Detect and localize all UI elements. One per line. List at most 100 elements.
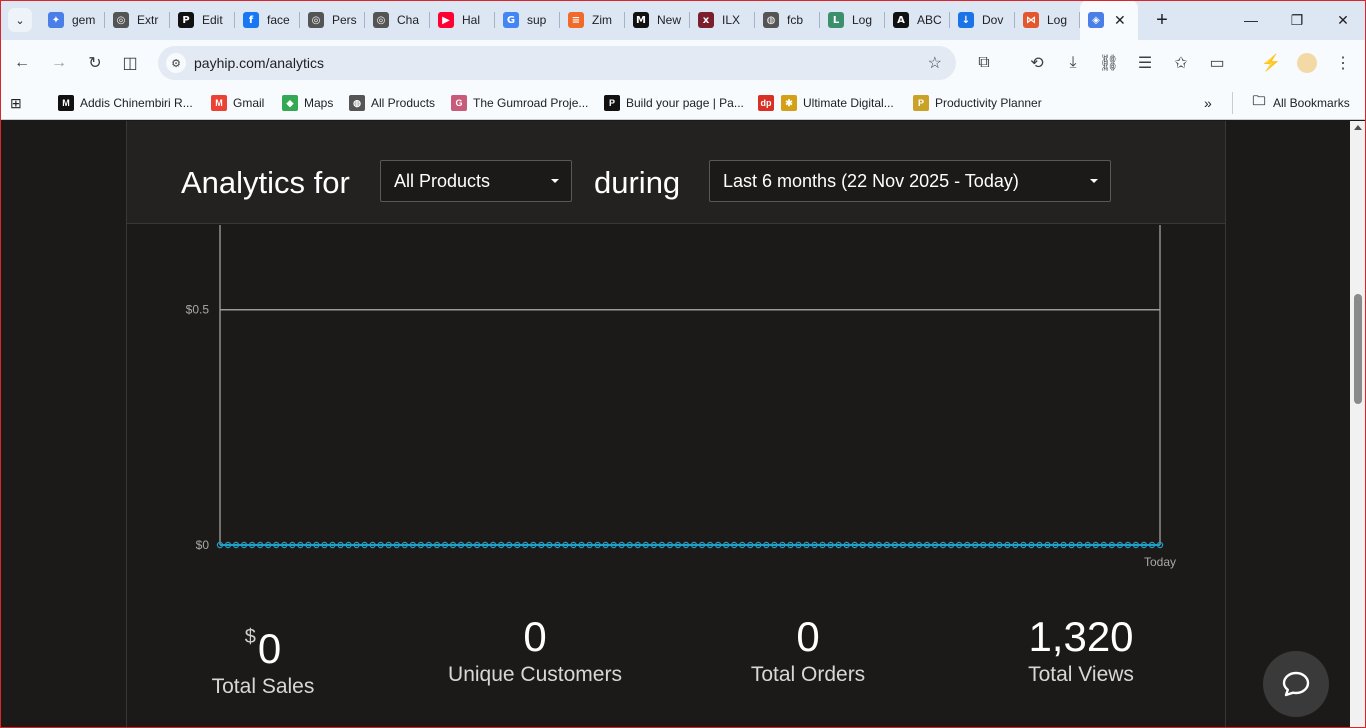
planner-icon: P — [913, 95, 929, 111]
facebook-icon: f — [243, 12, 259, 28]
browser-tab[interactable]: Gsup — [495, 0, 560, 40]
menu-kebab-icon[interactable]: ⋮ — [1331, 51, 1355, 75]
reader-mode-icon[interactable]: ▭ — [1205, 51, 1229, 75]
reload-icon[interactable]: ↻ — [83, 51, 107, 75]
bookmark-item[interactable]: P Build your page | Pa... — [604, 92, 744, 114]
youtube-icon: ▶ — [438, 12, 454, 28]
downloads-icon[interactable]: ⤓ — [1061, 51, 1085, 75]
favorites-icon[interactable]: ✩ — [1169, 51, 1193, 75]
download-icon: ↓ — [958, 12, 974, 28]
browser-tab[interactable]: P Edit — [170, 0, 235, 40]
bookmark-label: The Gumroad Proje... — [473, 96, 589, 110]
browser-tab[interactable]: ▶ Hal — [430, 0, 495, 40]
bookmark-label: Maps — [304, 96, 334, 110]
bookmarks-bar: ⊞ M Addis Chinembiri R... M Gmail ◆ Maps ◍ All … — [0, 86, 1366, 120]
bookmark-item[interactable]: ◍ All Products — [349, 92, 435, 114]
bookmark-label: All Products — [371, 96, 436, 110]
tab-title: ABC — [917, 13, 942, 27]
gmail-icon: M — [211, 95, 227, 111]
y-tick-label: $0 — [196, 538, 210, 552]
browser-tab[interactable]: ◎ Extr — [105, 0, 170, 40]
reading-list-icon[interactable]: ☰ — [1133, 51, 1157, 75]
scroll-up-arrow-icon[interactable] — [1354, 125, 1362, 130]
back-icon[interactable]: ← — [10, 51, 34, 75]
browser-tab[interactable]: A ABC — [885, 0, 950, 40]
minimize-button[interactable]: — — [1228, 0, 1274, 40]
tab-strip: ⌄ ✦ gem ◎ Extr P Edit f face ◎ Pers ◎ Cha ▶ Hal Gsup ≡ Z… — [0, 0, 1366, 40]
help-chat-button[interactable] — [1263, 651, 1329, 717]
tab-title: Cha — [397, 13, 420, 27]
performance-icon[interactable]: ⚡ — [1259, 51, 1283, 75]
bookmark-item[interactable]: ✱ Ultimate Digital... — [781, 92, 894, 114]
split-view-icon[interactable]: ◫ — [118, 51, 142, 75]
bookmark-label: Productivity Planner — [935, 96, 1042, 110]
address-bar[interactable]: ⚙ payhip.com/analytics ☆ — [158, 46, 956, 80]
link-icon[interactable]: ⛓ — [1097, 51, 1121, 75]
globe-icon: ◍ — [349, 95, 365, 111]
site-info-icon[interactable]: ⚙ — [166, 53, 186, 73]
bookmark-item[interactable]: P Productivity Planner — [913, 92, 1042, 114]
browser-toolbar: ← → ↻ ◫ ⚙ payhip.com/analytics ☆ ⧉ ⟲ ⤓ ⛓… — [0, 40, 1366, 86]
browser-tab[interactable]: ≡ Zim — [560, 0, 625, 40]
divider — [1232, 92, 1233, 114]
bookmark-item[interactable]: ◆ Maps — [282, 92, 333, 114]
apps-grid-icon[interactable]: ⊞ — [10, 92, 22, 114]
medium-icon: M — [633, 12, 649, 28]
stat-total-orders: 0 Total Orders — [678, 611, 938, 687]
tab-title: face — [267, 13, 290, 27]
gemini-icon: ✦ — [48, 12, 64, 28]
browser-tab[interactable]: ↓ Dov — [950, 0, 1015, 40]
unique-customers-value: 0 — [523, 613, 547, 660]
tab-title: ILX — [722, 13, 741, 27]
history-icon[interactable]: ⟲ — [1025, 51, 1049, 75]
more-bookmarks-chevron-icon[interactable]: » — [1204, 92, 1212, 114]
forward-icon[interactable]: → — [47, 51, 71, 75]
bookmark-item[interactable]: G The Gumroad Proje... — [451, 92, 588, 114]
bookmark-item[interactable]: M Addis Chinembiri R... — [58, 92, 193, 114]
globe-icon: ◍ — [763, 12, 779, 28]
close-tab-icon[interactable]: ✕ — [1114, 12, 1126, 29]
browser-tab[interactable]: ◎ Pers — [300, 0, 365, 40]
bookmark-item[interactable]: M Gmail — [211, 92, 264, 114]
chatgpt-icon: ◎ — [308, 12, 324, 28]
browser-tab[interactable]: L Log — [820, 0, 885, 40]
tab-title: sup — [527, 13, 547, 27]
all-bookmarks-button[interactable]: 🗀 All Bookmarks — [1251, 92, 1350, 114]
bookmark-star-icon[interactable]: ☆ — [928, 53, 942, 73]
browser-tab[interactable]: ◎ Cha — [365, 0, 430, 40]
browser-tab[interactable]: ⋈ Log — [1015, 0, 1080, 40]
all-bookmarks-label: All Bookmarks — [1273, 96, 1350, 110]
total-views-value: 1,320 — [1028, 613, 1134, 660]
scrollbar-thumb[interactable] — [1354, 294, 1362, 404]
tab-search-chevron-icon[interactable]: ⌄ — [8, 8, 32, 32]
tab-title: Log — [852, 13, 873, 27]
login-icon: L — [828, 12, 844, 28]
page-scrollbar[interactable] — [1350, 121, 1366, 728]
abc-icon: A — [893, 12, 909, 28]
payhip-icon: P — [178, 12, 194, 28]
extensions-icon[interactable]: ⧉ — [972, 51, 996, 75]
close-window-button[interactable]: ✕ — [1320, 0, 1366, 40]
browser-tab[interactable]: M New — [625, 0, 690, 40]
browser-tab[interactable]: f face — [235, 0, 300, 40]
stats-row: $0 Total Sales 0 Unique Customers 0 Tota… — [0, 611, 1366, 728]
browser-tab[interactable]: ✦ gem — [40, 0, 105, 40]
browser-tab[interactable]: ◍ fcb — [755, 0, 820, 40]
tab-title: gem — [72, 13, 96, 27]
tab-title: Extr — [137, 13, 159, 27]
url-text[interactable]: payhip.com/analytics — [194, 55, 324, 71]
bookmark-item[interactable]: dp — [758, 92, 780, 114]
new-tab-button[interactable]: + — [1150, 8, 1174, 32]
tab-title: New — [657, 13, 682, 27]
sales-chart: $0.5 $0 Today — [186, 225, 1176, 569]
total-orders-value: 0 — [796, 613, 820, 660]
profile-avatar-icon[interactable] — [1295, 51, 1319, 75]
tab-title: Edit — [202, 13, 223, 27]
tab-title: Hal — [462, 13, 481, 27]
bookmark-label: Build your page | Pa... — [626, 96, 744, 110]
chatgpt-icon: ◎ — [113, 12, 129, 28]
active-browser-tab[interactable]: ◈ ✕ — [1080, 0, 1138, 40]
restore-button[interactable]: ❐ — [1274, 0, 1320, 40]
ilx-icon: x — [698, 12, 714, 28]
browser-tab[interactable]: x ILX — [690, 0, 755, 40]
